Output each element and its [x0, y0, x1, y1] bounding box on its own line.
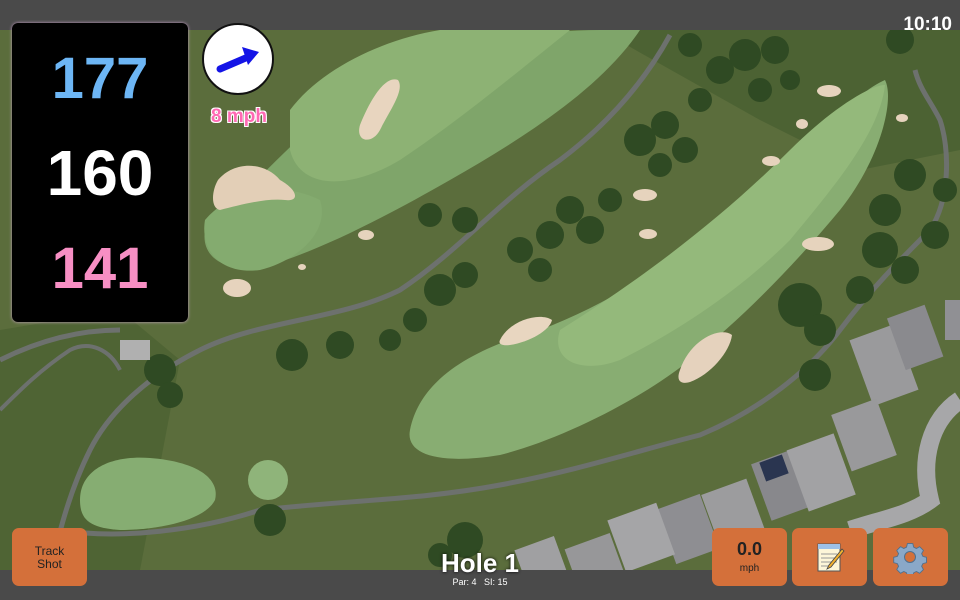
yardage-back: 177 — [51, 46, 149, 111]
hole-stroke-index: SI: 15 — [484, 577, 508, 587]
settings-button[interactable] — [873, 528, 948, 586]
yardage-middle: 160 — [46, 137, 154, 209]
notepad-icon — [817, 543, 845, 572]
yardage-front: 141 — [51, 236, 149, 301]
speed-value: 0.0 — [736, 539, 763, 559]
speed-button[interactable]: 0.0 mph — [712, 528, 787, 586]
scorecard-button[interactable] — [792, 528, 867, 586]
wind-speed: 8 mph — [211, 106, 267, 127]
yardage-panel: 177 160 141 — [12, 23, 188, 322]
hole-par: Par: 4 — [452, 577, 477, 587]
gear-icon — [893, 543, 927, 574]
speed-unit: mph — [739, 563, 760, 574]
track-shot-label-line2: Shot — [37, 557, 62, 571]
wind-arrow-icon — [216, 47, 259, 73]
wind-indicator — [202, 23, 274, 95]
hole-details: Par: 4 SI: 15 — [400, 577, 560, 587]
track-shot-button[interactable]: Track Shot — [12, 528, 87, 586]
hole-title: Hole 1 — [440, 548, 520, 578]
